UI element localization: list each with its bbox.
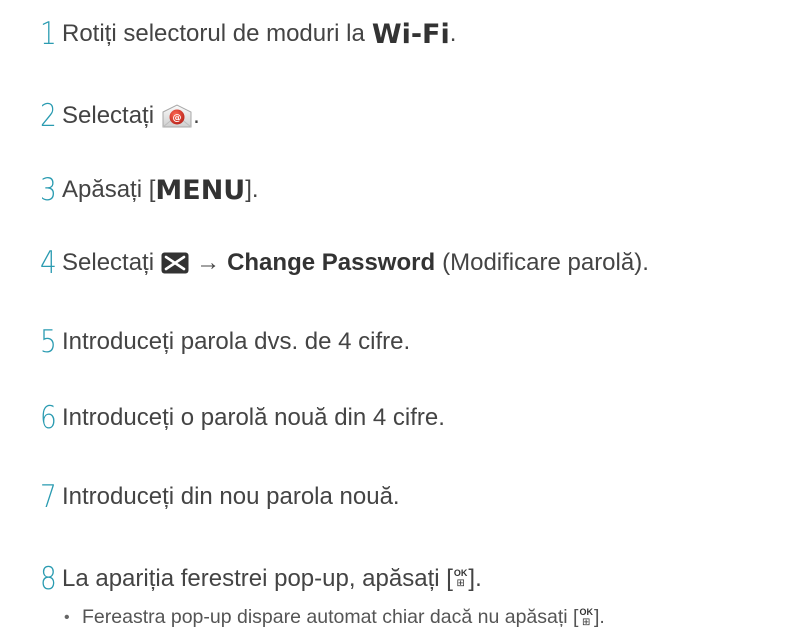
step-text: Introduceți parola dvs. de 4 cifre.	[62, 328, 411, 355]
menu-key-label: MENU	[155, 174, 246, 206]
email-app-icon: @	[161, 102, 193, 130]
step-2: 2 Selectați @ .	[40, 96, 200, 136]
ok-button-icon: OK ⊞	[453, 568, 468, 589]
bullet-icon: •	[64, 608, 70, 626]
step-number: 5	[40, 323, 57, 360]
step-text: Selectați	[62, 102, 155, 129]
step-text: Apăsați [	[62, 176, 156, 203]
step-text: Introduceți din nou parola nouă.	[62, 483, 400, 510]
note-text-end: ].	[593, 606, 605, 628]
step-text-end: .	[193, 102, 200, 129]
step-text: Rotiți selectorul de moduri la	[62, 20, 365, 47]
step-text-end: (Modificare parolă).	[442, 249, 649, 276]
step-6: 6 Introduceți o parolă nouă din 4 cifre.	[40, 398, 445, 438]
step-text-end: .	[449, 20, 457, 47]
change-password-label: Change Password	[227, 249, 436, 276]
note: • Fereastra pop-up dispare automat chiar…	[64, 606, 605, 629]
step-5: 5 Introduceți parola dvs. de 4 cifre.	[40, 322, 410, 362]
step-text-end: ].	[468, 565, 482, 592]
step-number: 4	[40, 244, 57, 281]
step-text: Selectați	[62, 249, 155, 276]
step-number: 6	[40, 399, 57, 436]
step-7: 7 Introduceți din nou parola nouă.	[40, 477, 400, 517]
step-8: 8 La apariția ferestrei pop-up, apăsați …	[40, 559, 482, 599]
mode-dial-label: Wi-Fi	[371, 18, 450, 50]
step-number: 8	[40, 560, 57, 597]
ok-button-icon: OK ⊞	[579, 606, 593, 628]
step-3: 3 Apăsați [ MENU ].	[40, 170, 259, 210]
step-text: La apariția ferestrei pop-up, apăsați [	[62, 565, 453, 592]
arrow: →	[196, 249, 221, 276]
step-text: Introduceți o parolă nouă din 4 cifre.	[62, 404, 445, 431]
step-number: 2	[40, 97, 57, 134]
step-number: 3	[40, 171, 57, 208]
envelope-icon	[161, 252, 189, 274]
step-number: 1	[40, 15, 57, 52]
note-text: Fereastra pop-up dispare automat chiar d…	[82, 606, 579, 628]
step-4: 4 Selectați → Change Password (Modificar…	[40, 243, 649, 283]
step-number: 7	[40, 478, 57, 515]
svg-text:@: @	[173, 114, 182, 124]
step-1: 1 Rotiți selectorul de moduri la Wi-Fi .	[40, 14, 456, 54]
step-text-end: ].	[245, 176, 259, 203]
